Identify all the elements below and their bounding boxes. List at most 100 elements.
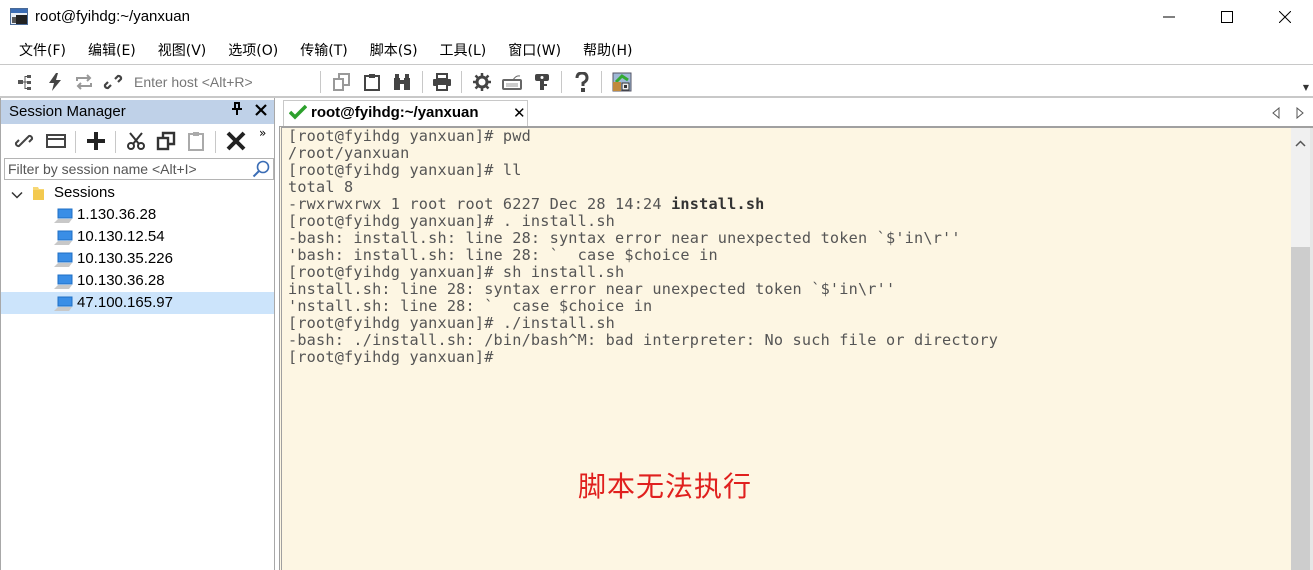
cut-icon[interactable] bbox=[125, 130, 147, 152]
session-item[interactable]: 10.130.12.54 bbox=[1, 226, 274, 248]
scrollbar-thumb[interactable] bbox=[1291, 247, 1310, 570]
terminal-line: install.sh: line 28: syntax error near u… bbox=[288, 280, 896, 298]
session-item[interactable]: 10.130.35.226 bbox=[1, 248, 274, 270]
connected-check-icon bbox=[288, 104, 308, 124]
keymap-icon[interactable] bbox=[501, 71, 523, 93]
search-icon[interactable] bbox=[252, 160, 270, 182]
toolbar-separator bbox=[561, 71, 562, 93]
more-tools-button[interactable]: » bbox=[259, 126, 266, 140]
toolbar-separator bbox=[601, 71, 602, 93]
session-manager-title: Session Manager bbox=[9, 103, 126, 120]
menu-tools[interactable]: 工具(L) bbox=[435, 36, 492, 64]
menu-options[interactable]: 选项(O) bbox=[223, 36, 283, 64]
session-label: 47.100.165.97 bbox=[77, 294, 173, 311]
pin-icon[interactable] bbox=[231, 102, 243, 120]
file-listing-text: -rwxrwxrwx 1 root root 6227 Dec 28 14:24 bbox=[288, 195, 672, 213]
tree-root-sessions[interactable]: Sessions bbox=[1, 182, 274, 204]
help-icon[interactable] bbox=[571, 71, 593, 93]
enter-host-input[interactable] bbox=[134, 71, 314, 93]
key-icon[interactable] bbox=[531, 71, 553, 93]
menu-bar: 文件(F) 编辑(E) 视图(V) 选项(O) 传输(T) 脚本(S) 工具(L… bbox=[0, 36, 1313, 64]
main-toolbar: ▼ bbox=[0, 64, 1313, 98]
toolbar-separator bbox=[422, 71, 423, 93]
terminal-line: 'nstall.sh: line 28: ` case $choice in bbox=[288, 297, 653, 315]
session-filter bbox=[4, 158, 274, 180]
copy-session-icon[interactable] bbox=[155, 130, 177, 152]
reconnect-icon[interactable] bbox=[73, 71, 95, 93]
terminal-output[interactable]: [root@fyihdg yanxuan]# pwd /root/yanxuan… bbox=[284, 128, 1290, 570]
computer-icon bbox=[53, 208, 73, 228]
toolbar-overflow-dropdown[interactable]: ▼ bbox=[1303, 83, 1309, 92]
disconnect-icon[interactable] bbox=[102, 71, 124, 93]
new-session-icon[interactable] bbox=[85, 130, 107, 152]
terminal-scrollbar[interactable] bbox=[1291, 128, 1310, 570]
toolbar-separator bbox=[215, 131, 216, 153]
minimize-icon bbox=[1163, 16, 1175, 18]
session-manager-close-button[interactable] bbox=[255, 101, 267, 120]
terminal-line: /root/yanxuan bbox=[288, 144, 410, 162]
quick-connect-icon[interactable] bbox=[44, 71, 66, 93]
window-title: root@fyihdg:~/yanxuan bbox=[35, 8, 190, 25]
session-label: 1.130.36.28 bbox=[77, 206, 157, 223]
connect-in-tab-icon[interactable] bbox=[45, 130, 67, 152]
tab-root-yanxuan[interactable]: root@fyihdg:~/yanxuan ✕ bbox=[283, 100, 528, 126]
terminal-line: -bash: ./install.sh: /bin/bash^M: bad in… bbox=[288, 331, 999, 349]
terminal-line: [root@fyihdg yanxuan]# pwd bbox=[288, 128, 531, 145]
delete-session-icon[interactable] bbox=[225, 130, 247, 152]
terminal-line: 'bash: install.sh: line 28: ` case $choi… bbox=[288, 246, 718, 264]
securecrt-window: root@fyihdg:~/yanxuan 文件(F) 编辑(E) 视图(V) … bbox=[0, 0, 1313, 570]
menu-file[interactable]: 文件(F) bbox=[14, 36, 71, 64]
copy-icon[interactable] bbox=[331, 71, 353, 93]
executable-filename: install.sh bbox=[671, 195, 765, 213]
menu-help[interactable]: 帮助(H) bbox=[578, 36, 637, 64]
paste-icon[interactable] bbox=[361, 71, 383, 93]
folder-icon bbox=[32, 185, 45, 205]
maximize-icon bbox=[1221, 11, 1233, 23]
terminal-line: [root@fyihdg yanxuan]# sh install.sh bbox=[288, 263, 625, 281]
session-filter-input[interactable] bbox=[8, 160, 248, 178]
terminal-line: [root@fyihdg yanxuan]# . install.sh bbox=[288, 212, 616, 230]
tab-scroll-right-icon[interactable] bbox=[1296, 104, 1304, 123]
terminal-prompt: [root@fyihdg yanxuan]# bbox=[288, 348, 494, 366]
toolbar-separator bbox=[461, 71, 462, 93]
computer-icon bbox=[53, 230, 73, 250]
connect-link-icon[interactable] bbox=[13, 130, 35, 152]
menu-view[interactable]: 视图(V) bbox=[153, 36, 212, 64]
menu-window[interactable]: 窗口(W) bbox=[503, 36, 566, 64]
terminal-line: [root@fyihdg yanxuan]# ll bbox=[288, 161, 522, 179]
find-icon[interactable] bbox=[391, 71, 413, 93]
session-manager-header: Session Manager bbox=[1, 100, 274, 124]
terminal-line: -bash: install.sh: line 28: syntax error… bbox=[288, 229, 961, 247]
maximize-button[interactable] bbox=[1198, 0, 1256, 34]
menu-edit[interactable]: 编辑(E) bbox=[83, 36, 141, 64]
toolbar-separator bbox=[320, 71, 321, 93]
tab-close-button[interactable]: ✕ bbox=[513, 104, 526, 122]
session-manager-panel: Session Manager » Filter by session name… bbox=[0, 98, 275, 570]
menu-transfer[interactable]: 传输(T) bbox=[295, 36, 352, 64]
print-icon[interactable] bbox=[431, 71, 453, 93]
chevron-down-icon[interactable] bbox=[11, 186, 23, 205]
close-icon bbox=[255, 104, 267, 116]
connect-tree-icon[interactable] bbox=[15, 71, 37, 93]
paste-session-icon[interactable] bbox=[185, 130, 207, 152]
toolbar-separator bbox=[75, 131, 76, 153]
close-icon bbox=[1279, 11, 1291, 23]
app-icon bbox=[10, 8, 28, 25]
securefx-icon[interactable] bbox=[611, 71, 633, 93]
terminal-line: total 8 bbox=[288, 178, 354, 196]
session-item[interactable]: 1.130.36.28 bbox=[1, 204, 274, 226]
close-window-button[interactable] bbox=[1256, 0, 1313, 34]
settings-icon[interactable] bbox=[471, 71, 493, 93]
minimize-button[interactable] bbox=[1140, 0, 1198, 34]
computer-icon bbox=[53, 252, 73, 272]
tab-scroll-left-icon[interactable] bbox=[1272, 104, 1280, 123]
session-item-selected[interactable]: 47.100.165.97 bbox=[1, 292, 274, 314]
session-item[interactable]: 10.130.36.28 bbox=[1, 270, 274, 292]
tree-root-label: Sessions bbox=[54, 184, 115, 201]
terminal-line: [root@fyihdg yanxuan]# ./install.sh bbox=[288, 314, 616, 332]
toolbar-separator bbox=[115, 131, 116, 153]
annotation-text: 脚本无法执行 bbox=[578, 470, 753, 503]
session-label: 10.130.36.28 bbox=[77, 272, 165, 289]
menu-script[interactable]: 脚本(S) bbox=[365, 36, 423, 64]
scroll-up-icon[interactable] bbox=[1295, 132, 1306, 151]
